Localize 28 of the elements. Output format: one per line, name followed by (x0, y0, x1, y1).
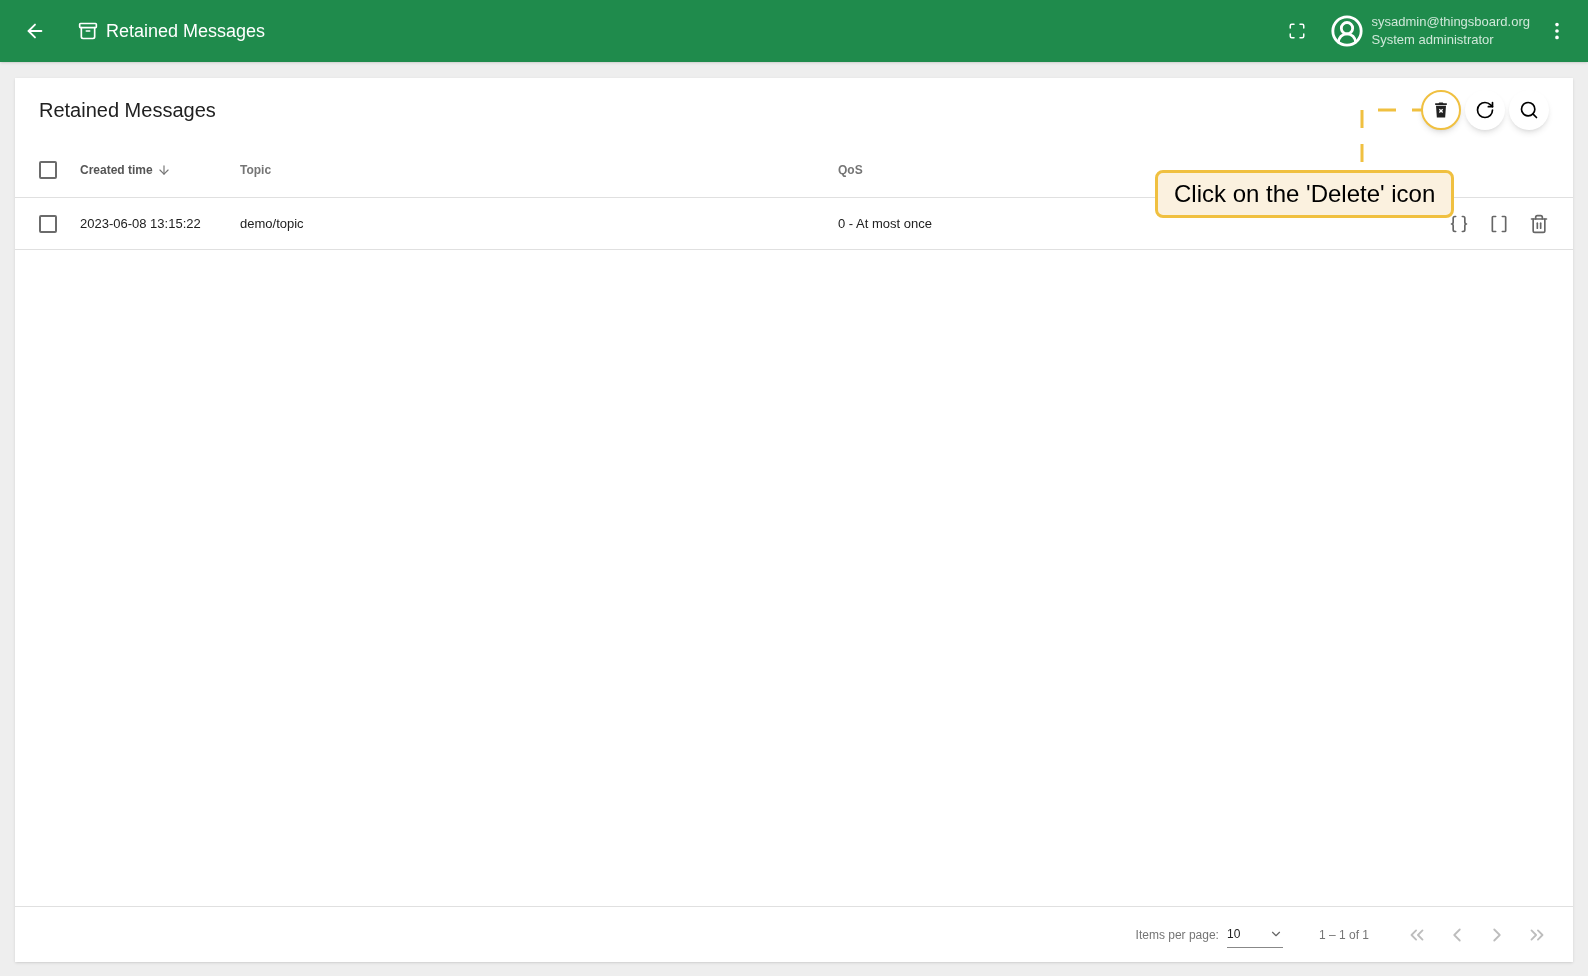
table-cell-text: demo/topic (240, 214, 305, 233)
table-cell-text: 2023-06-08 13:15:22 (80, 214, 202, 233)
refresh-icon (1475, 100, 1495, 120)
page-title: Retained Messages (106, 19, 266, 43)
leader-line (1360, 108, 1422, 162)
checkbox[interactable] (39, 214, 57, 233)
user-email: sysadmin@thingsboard.org (1371, 13, 1530, 31)
checkbox[interactable] (39, 160, 57, 179)
search-icon (1519, 100, 1539, 120)
fullscreen-icon[interactable] (1287, 22, 1306, 40)
card-title: Retained Messages (39, 98, 216, 123)
braces-icon[interactable] (1449, 213, 1469, 234)
trash-icon[interactable] (1529, 213, 1549, 234)
search-button[interactable] (1509, 90, 1549, 130)
items-per-page-label: Items per page: (1135, 926, 1219, 944)
refresh-button[interactable] (1465, 90, 1505, 130)
page-size-select[interactable]: 10 (1226, 921, 1283, 948)
user-role: System administrator (1371, 31, 1495, 49)
archive-icon (78, 21, 98, 41)
column-header[interactable]: QoS (838, 160, 863, 179)
table-cell-text: 0 - At most once (838, 214, 933, 233)
column-header[interactable]: Created time (80, 160, 153, 179)
user-avatar-icon (1329, 14, 1364, 48)
column-header[interactable]: Topic (240, 160, 272, 179)
page-range: 1 – 1 of 1 (1318, 926, 1369, 944)
brackets-icon[interactable] (1489, 213, 1509, 234)
callout-tooltip: Click on the 'Delete' icon (1155, 170, 1455, 218)
delete-button[interactable] (1421, 90, 1461, 130)
